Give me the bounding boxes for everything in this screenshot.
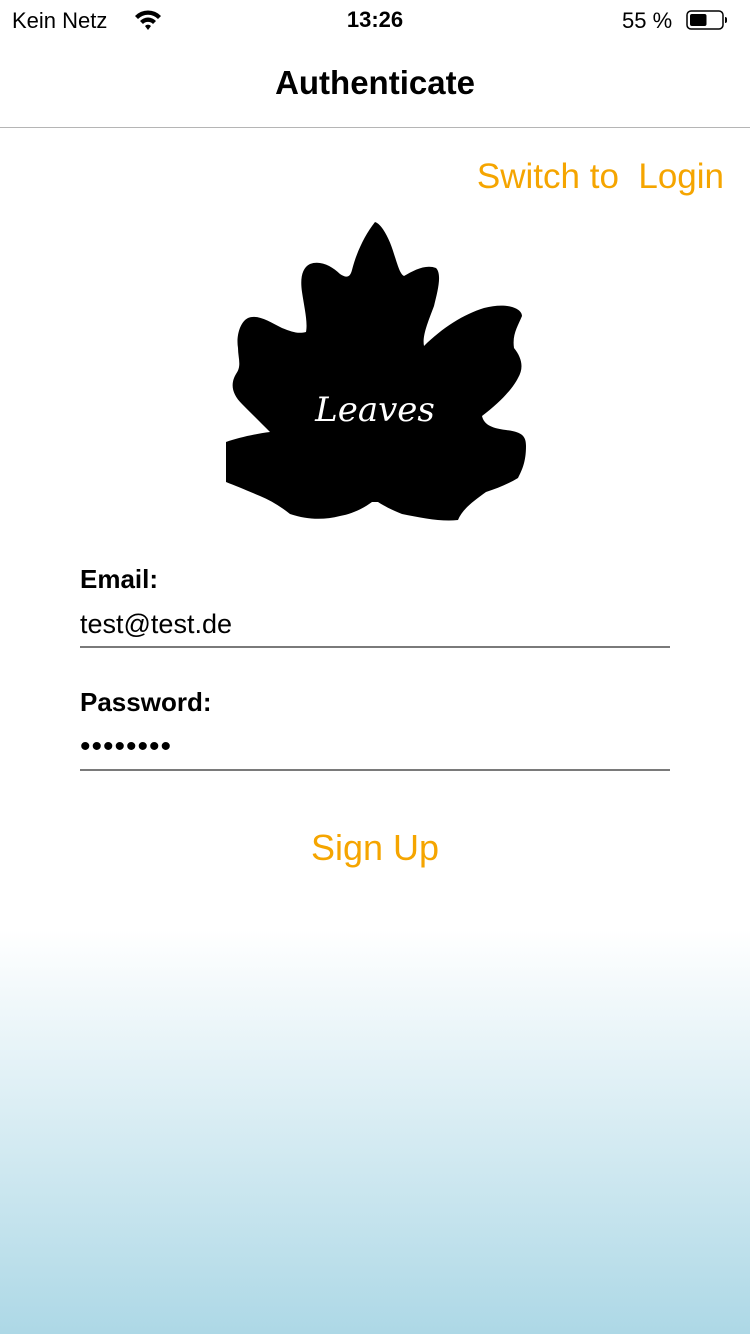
sign-up-button[interactable]: Sign Up <box>0 826 750 870</box>
battery-percent: 55 % <box>622 8 673 33</box>
page-title: Authenticate <box>275 64 475 101</box>
switch-to-login-button[interactable]: Switch to Login <box>477 156 724 198</box>
battery-icon <box>686 10 727 30</box>
maple-leaf-icon <box>226 222 526 521</box>
logo-text: Leaves <box>315 390 435 430</box>
status-bar: Kein Netz 13:26 55 % <box>0 0 750 40</box>
maple-leaf-logo: Leaves <box>222 218 528 524</box>
email-field[interactable] <box>80 602 670 648</box>
password-field[interactable] <box>80 725 670 771</box>
navigation-bar: Authenticate <box>0 40 750 128</box>
email-label: Email: <box>80 564 159 594</box>
password-label: Password: <box>80 687 212 717</box>
